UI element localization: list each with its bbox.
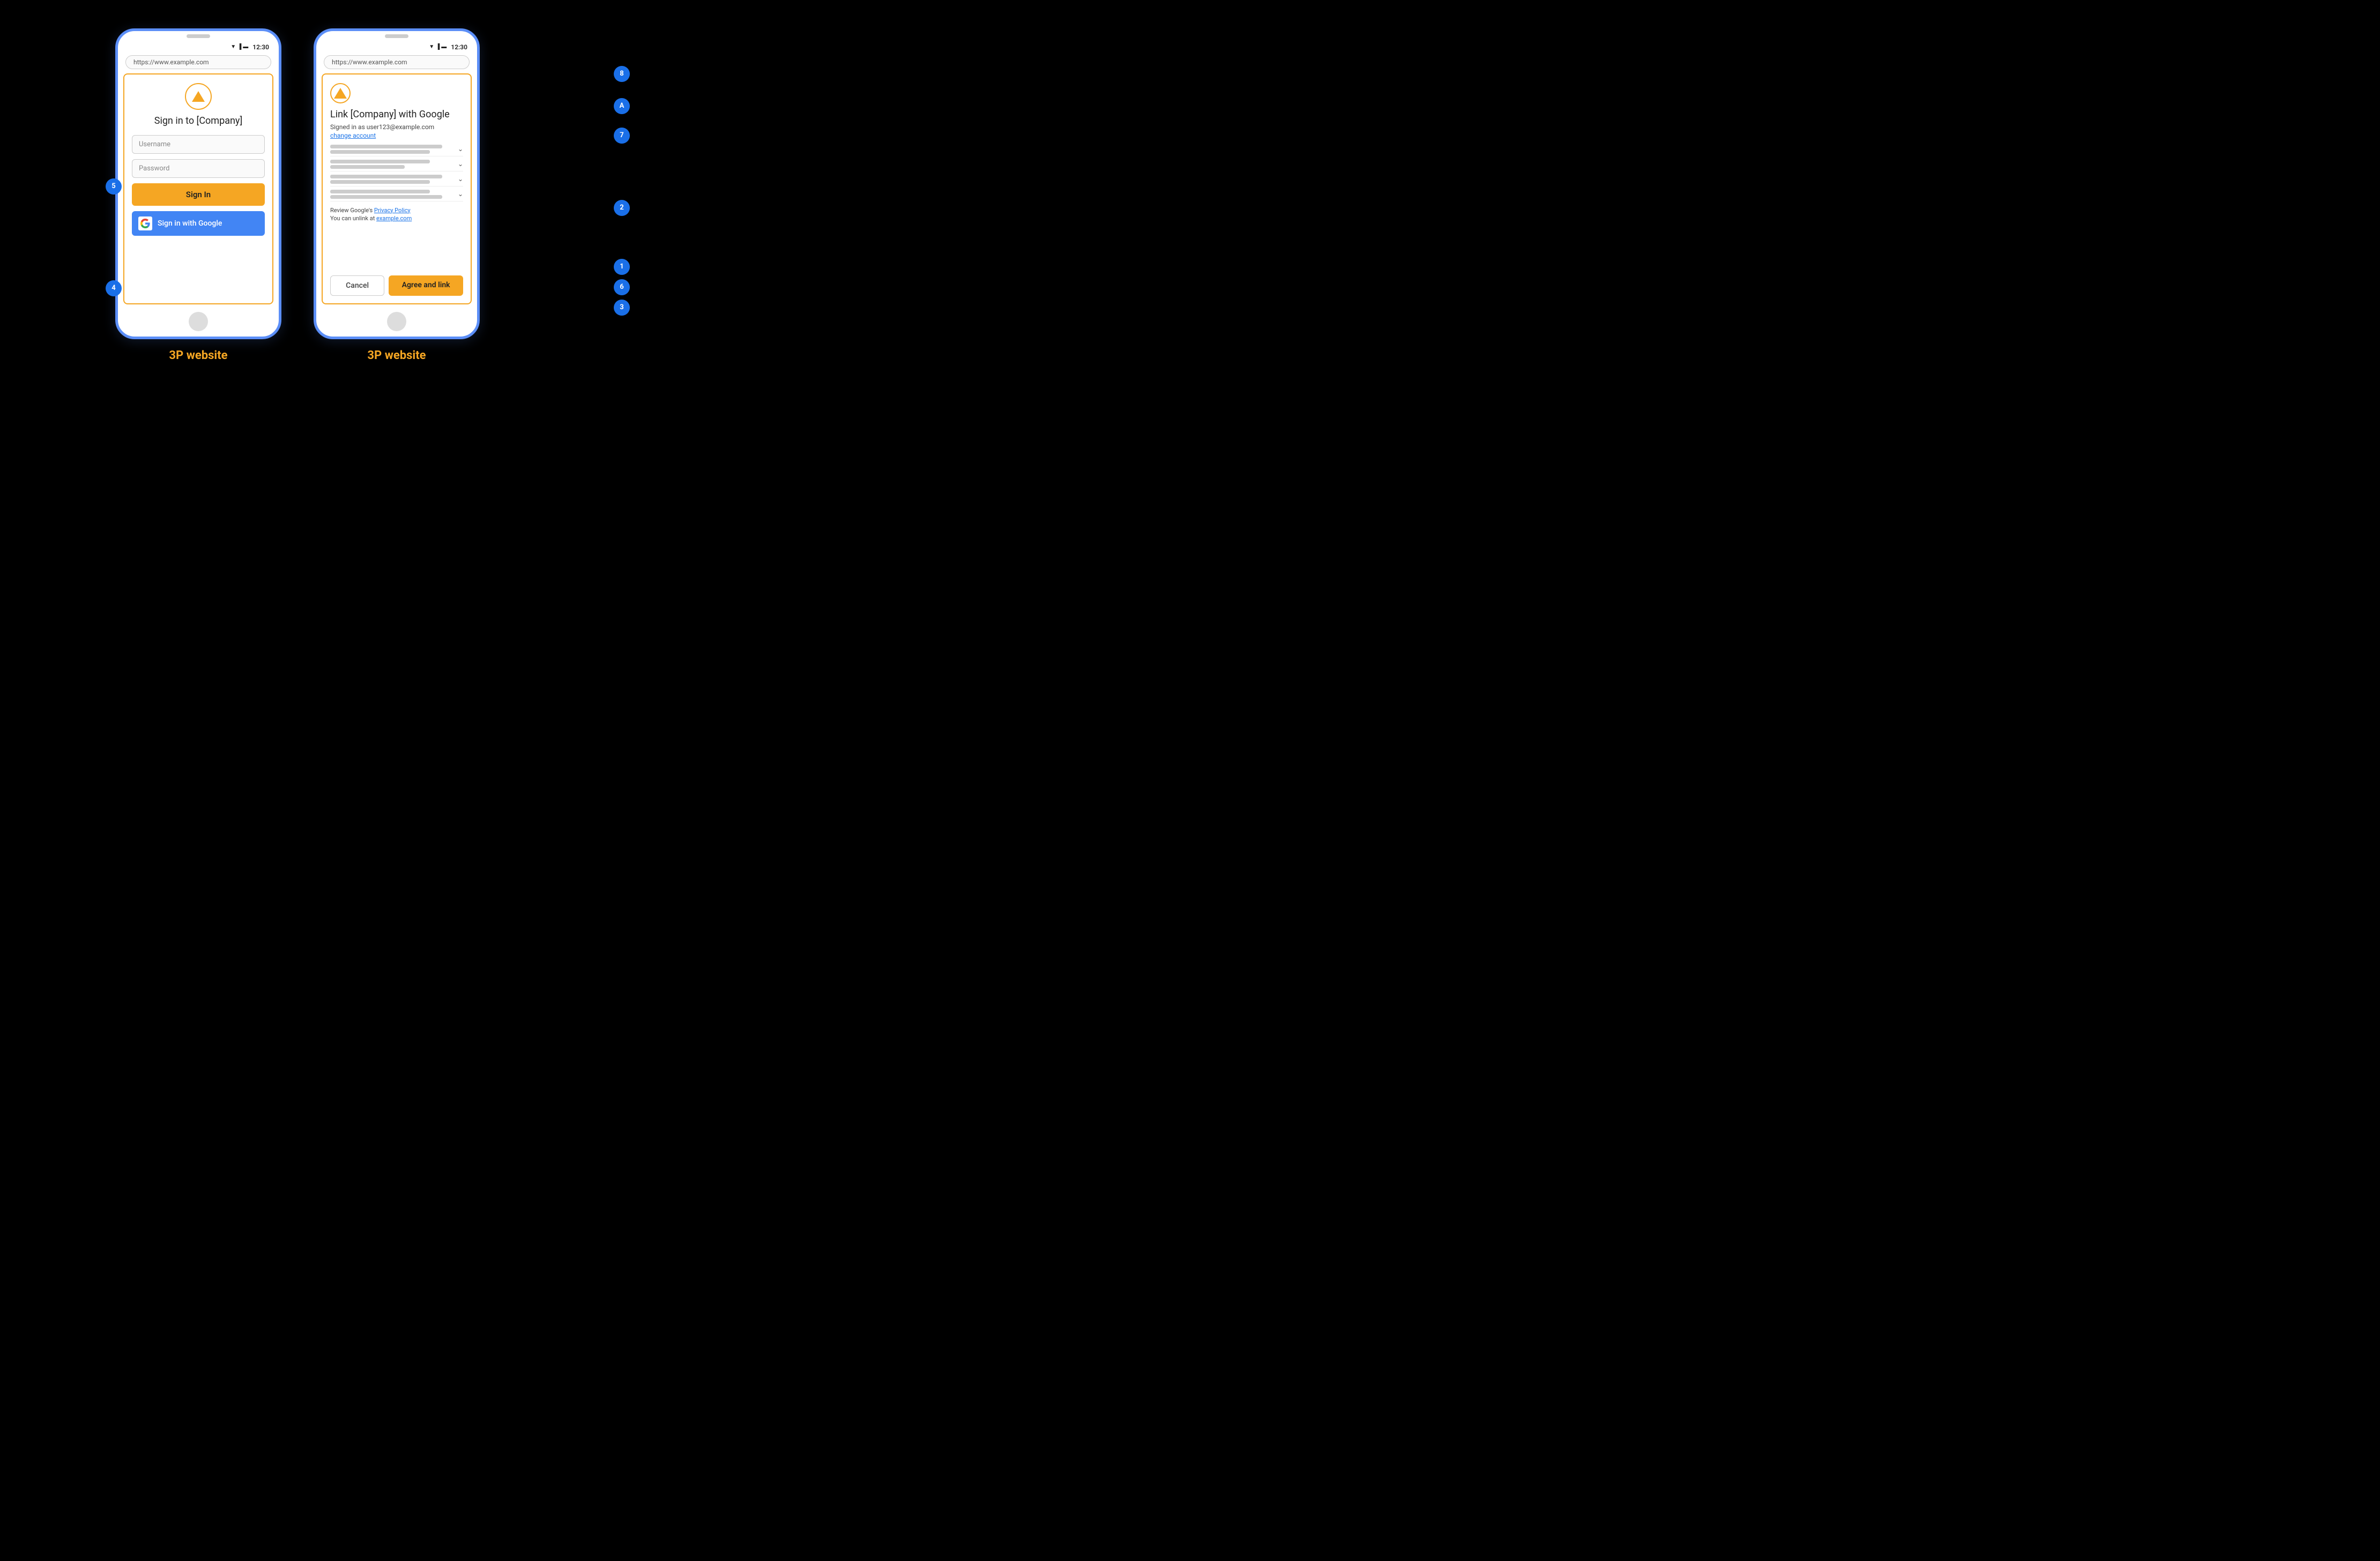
right-company-logo (330, 83, 351, 103)
perm-lines-1 (330, 145, 455, 154)
permission-item-1: ⌄ (330, 145, 463, 156)
badge-1: 1 (614, 259, 630, 275)
badge-5: 5 (106, 178, 122, 195)
chevron-icon-4[interactable]: ⌄ (458, 190, 463, 198)
left-phone-section: ▼ ▐ ▬ 12:30 https://www.example.com Sign… (115, 28, 281, 362)
cancel-button[interactable]: Cancel (330, 275, 384, 296)
privacy-policy-link[interactable]: Privacy Policy (374, 207, 411, 214)
right-status-time: 12:30 (451, 43, 467, 51)
username-input[interactable]: Username (132, 135, 265, 154)
unlink-link[interactable]: example.com (376, 215, 412, 222)
left-home-button[interactable] (189, 312, 208, 331)
perm-line (330, 165, 405, 169)
google-icon-box (138, 216, 152, 230)
badge-4: 4 (106, 280, 122, 296)
left-status-icons: ▼ ▐ ▬ (230, 44, 248, 50)
right-signal-icon: ▐ (436, 44, 440, 50)
agree-button[interactable]: Agree and link (389, 275, 463, 296)
badge-8: 8 (614, 66, 630, 82)
change-account-link[interactable]: change account (330, 132, 463, 139)
perm-lines-3 (330, 175, 455, 184)
right-status-bar: ▼ ▐ ▬ 12:30 (316, 38, 477, 51)
perm-line (330, 150, 430, 154)
perm-line (330, 195, 442, 199)
unlink-line: You can unlink at example.com (330, 215, 463, 222)
password-input[interactable]: Password (132, 159, 265, 178)
permission-item-2: ⌄ (330, 160, 463, 171)
right-phone-section: ▼ ▐ ▬ 12:30 https://www.example.com Link… (314, 28, 480, 362)
link-title: Link [Company] with Google (330, 109, 463, 120)
left-status-bar: ▼ ▐ ▬ 12:30 (118, 38, 279, 51)
wifi-icon: ▼ (230, 44, 236, 50)
right-wifi-icon: ▼ (429, 44, 434, 50)
right-home-button[interactable] (387, 312, 406, 331)
right-phone-top-bar (316, 31, 477, 38)
right-status-icons: ▼ ▐ ▬ (429, 44, 447, 50)
battery-icon: ▬ (243, 44, 248, 50)
left-company-logo (185, 83, 212, 110)
left-phone: ▼ ▐ ▬ 12:30 https://www.example.com Sign… (115, 28, 281, 339)
right-phone-label: 3P website (367, 349, 426, 362)
perm-line (330, 190, 430, 193)
right-phone-pill (385, 34, 408, 38)
sign-in-button[interactable]: Sign In (132, 183, 265, 206)
left-phone-content: Sign in to [Company] Username Password S… (123, 73, 273, 304)
perm-line (330, 145, 442, 148)
right-address-bar: https://www.example.com (324, 55, 470, 69)
right-phone: ▼ ▐ ▬ 12:30 https://www.example.com Link… (314, 28, 480, 339)
perm-line (330, 175, 442, 178)
signed-in-as: Signed in as user123@example.com (330, 123, 463, 131)
left-phone-pill (187, 34, 210, 38)
permission-list: ⌄ ⌄ ⌄ (330, 145, 463, 204)
perm-lines-4 (330, 190, 455, 199)
badge-6: 6 (614, 279, 630, 295)
google-sign-in-button[interactable]: Sign in with Google (132, 211, 265, 236)
left-address-bar: https://www.example.com (125, 55, 271, 69)
permission-item-3: ⌄ (330, 175, 463, 186)
perm-line (330, 160, 430, 163)
badge-2: 2 (614, 200, 630, 216)
action-buttons: Cancel Agree and link (330, 275, 463, 296)
main-container: ▼ ▐ ▬ 12:30 https://www.example.com Sign… (11, 28, 584, 362)
chevron-icon-1[interactable]: ⌄ (458, 145, 463, 153)
badge-A: A (614, 98, 630, 114)
right-phone-bottom (316, 309, 477, 337)
badge-3: 3 (614, 300, 630, 316)
left-phone-bottom (118, 309, 279, 337)
right-battery-icon: ▬ (441, 44, 447, 50)
badge-7: 7 (614, 128, 630, 144)
perm-lines-2 (330, 160, 455, 169)
left-phone-top-bar (118, 31, 279, 38)
left-phone-label: 3P website (169, 349, 227, 362)
google-g-icon (140, 219, 150, 228)
sign-in-title: Sign in to [Company] (132, 115, 265, 126)
left-status-time: 12:30 (252, 43, 269, 51)
signal-icon: ▐ (237, 44, 241, 50)
chevron-icon-3[interactable]: ⌄ (458, 175, 463, 183)
perm-line (330, 180, 430, 184)
permission-item-4: ⌄ (330, 190, 463, 201)
chevron-icon-2[interactable]: ⌄ (458, 160, 463, 168)
right-logo-triangle (334, 88, 347, 99)
left-logo-triangle (192, 91, 205, 102)
google-sign-in-label: Sign in with Google (158, 219, 222, 228)
privacy-line: Review Google's Privacy Policy (330, 207, 463, 214)
right-phone-content: Link [Company] with Google Signed in as … (322, 73, 472, 304)
